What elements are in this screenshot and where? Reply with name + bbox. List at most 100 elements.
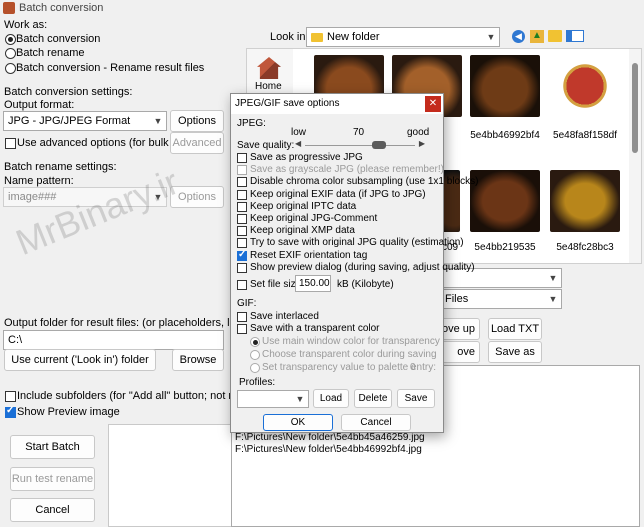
jpeg-group-label: JPEG:	[237, 118, 266, 129]
up-folder-icon[interactable]: ▲	[530, 30, 544, 43]
jpeg-option-checkbox[interactable]	[237, 214, 247, 224]
radio-choose-color[interactable]	[250, 350, 260, 360]
thumbnail-label: 5e48fc28bc3	[556, 242, 614, 253]
radio-main-window-color[interactable]	[250, 337, 260, 347]
list-item[interactable]: F:\Pictures\New folder\5e4bb46992bf4.jpg	[235, 444, 422, 455]
jpeg-option-label[interactable]: Reset EXIF orientation tag	[250, 250, 367, 261]
jpeg-option-label[interactable]: Keep original IPTC data	[250, 201, 356, 212]
jpeg-option-label[interactable]: Show preview dialog (during saving, adju…	[250, 262, 475, 273]
slider-right-arrow[interactable]: ▶	[419, 139, 425, 148]
look-in-select[interactable]: New folder ▼	[306, 27, 500, 47]
chevron-down-icon: ▼	[548, 294, 558, 304]
palette-value[interactable]: 0	[410, 362, 416, 373]
format-options-button[interactable]: Options	[170, 110, 224, 132]
cancel-batch-button[interactable]: Cancel	[10, 498, 95, 522]
thumbnail-label: 5e48fa8f158df	[553, 130, 617, 141]
advanced-options-checkbox[interactable]	[5, 138, 16, 149]
advanced-button[interactable]: Advanced	[170, 132, 224, 154]
slider-thumb[interactable]	[372, 141, 387, 149]
ok-button[interactable]: OK	[263, 414, 333, 431]
radio-batch-rename-label[interactable]: Batch rename	[16, 47, 84, 59]
output-folder-input[interactable]: C:\	[3, 330, 224, 350]
radio-batch-conversion[interactable]	[5, 34, 16, 45]
radio-batch-rename[interactable]	[5, 48, 16, 59]
view-menu-icon[interactable]	[566, 30, 584, 42]
browse-button[interactable]: Browse	[172, 349, 224, 371]
title-bar: Batch conversion	[0, 0, 644, 18]
thumbnail-fries[interactable]	[550, 170, 620, 232]
radio-batch-conversion-rename[interactable]	[5, 63, 16, 74]
file-size-input[interactable]: 150.00	[295, 275, 331, 292]
close-icon[interactable]: ✕	[425, 96, 441, 112]
quality-slider[interactable]: ◀ ▶	[295, 139, 425, 150]
set-file-size-checkbox[interactable]	[237, 280, 247, 290]
files-combo[interactable]: Files ▼	[440, 289, 562, 309]
profiles-select[interactable]: ▼	[237, 390, 309, 408]
chevron-down-icon: ▼	[153, 116, 163, 126]
slider-left-arrow[interactable]: ◀	[295, 139, 301, 148]
dialog-title: JPEG/GIF save options	[235, 98, 340, 109]
jpeg-option-checkbox[interactable]	[237, 189, 247, 200]
jpeg-option-label[interactable]: Save as grayscale JPG (please remember!)	[250, 164, 444, 175]
jpeg-gif-save-options-dialog: JPEG/GIF save options ✕ JPEG: low 70 goo…	[230, 93, 478, 433]
show-preview-checkbox[interactable]	[5, 405, 16, 418]
chevron-down-icon: ▼	[548, 273, 558, 283]
file-size-unit: kB (Kilobyte)	[337, 279, 394, 290]
run-test-rename-button[interactable]: Run test rename	[10, 467, 95, 491]
scroll-thumb[interactable]	[632, 63, 638, 153]
radio-choose-color-label[interactable]: Choose transparent color during saving	[262, 349, 437, 360]
save-quality-label: Save quality:	[237, 140, 295, 151]
back-icon[interactable]: ◀	[512, 30, 525, 43]
jpeg-option-checkbox[interactable]	[237, 177, 247, 188]
thumbnail-chicken[interactable]	[470, 170, 540, 232]
output-format-select[interactable]: JPG - JPG/JPEG Format ▼	[3, 111, 167, 131]
thumbnail-pizza[interactable]	[550, 55, 620, 117]
jpeg-option-checkbox[interactable]	[237, 238, 247, 249]
profile-load-button[interactable]: Load	[313, 389, 349, 408]
jpeg-option-label[interactable]: Disable chroma color subsampling (use 1x…	[250, 176, 478, 187]
jpeg-option-checkbox[interactable]	[237, 201, 247, 212]
look-in-label: Look in:	[270, 31, 309, 43]
chevron-down-icon: ▼	[295, 394, 305, 404]
save-transparent-label[interactable]: Save with a transparent color	[250, 323, 380, 334]
jpeg-option-checkbox[interactable]	[237, 262, 247, 273]
radio-main-window-color-label[interactable]: Use main window color for transparency	[262, 336, 440, 347]
jpeg-option-checkbox[interactable]	[237, 249, 247, 261]
list-item[interactable]: F:\Pictures\New folder\5e4bb45a46259.jpg	[235, 432, 425, 443]
profile-delete-button[interactable]: Delete	[354, 389, 392, 408]
jpeg-option-checkbox[interactable]	[237, 153, 247, 163]
jpeg-option-label[interactable]: Keep original EXIF data (if JPG to JPG)	[250, 189, 426, 200]
save-transparent-checkbox[interactable]	[237, 324, 247, 334]
output-format-value: JPG - JPG/JPEG Format	[8, 115, 131, 127]
conversion-settings-label: Batch conversion settings:	[4, 86, 133, 98]
scrollbar[interactable]	[629, 49, 641, 263]
dialog-cancel-button[interactable]: Cancel	[341, 414, 411, 431]
use-current-folder-button[interactable]: Use current ('Look in') folder	[4, 349, 156, 371]
include-subfolders-checkbox[interactable]	[5, 391, 16, 402]
radio-palette-entry[interactable]	[250, 363, 260, 373]
new-folder-icon[interactable]	[548, 30, 562, 42]
name-pattern-value: image###	[8, 191, 57, 203]
jpeg-option-label[interactable]: Keep original JPG-Comment	[250, 213, 377, 224]
load-txt-button[interactable]: Load TXT	[488, 318, 542, 340]
jpeg-option-label[interactable]: Save as progressive JPG	[250, 152, 363, 163]
jpeg-option-checkbox[interactable]	[237, 226, 247, 237]
output-folder-value: C:\	[8, 334, 23, 346]
jpeg-option-label[interactable]: Keep original XMP data	[250, 225, 355, 236]
thumbnail-burger-3[interactable]	[470, 55, 540, 117]
chevron-down-icon: ▼	[486, 32, 496, 42]
rename-settings-label: Batch rename settings:	[4, 161, 117, 173]
files-combo-value: Files	[445, 293, 469, 305]
jpeg-option-checkbox[interactable]	[237, 165, 247, 176]
file-size-value: 150.00	[299, 278, 330, 289]
save-interlaced-checkbox[interactable]	[237, 312, 247, 322]
radio-batch-conversion-label[interactable]: Batch conversion	[16, 33, 100, 45]
home-label: Home	[255, 81, 282, 92]
jpeg-option-label[interactable]: Try to save with original JPG quality (e…	[250, 237, 464, 248]
save-interlaced-label[interactable]: Save interlaced	[250, 311, 319, 322]
profile-save-button[interactable]: Save	[397, 389, 435, 408]
show-preview-label[interactable]: Show Preview image	[17, 406, 120, 418]
radio-batch-conversion-rename-label[interactable]: Batch conversion - Rename result files	[16, 62, 204, 74]
start-batch-button[interactable]: Start Batch	[10, 435, 95, 459]
save-txt-button[interactable]: Save as TXT	[488, 341, 542, 378]
